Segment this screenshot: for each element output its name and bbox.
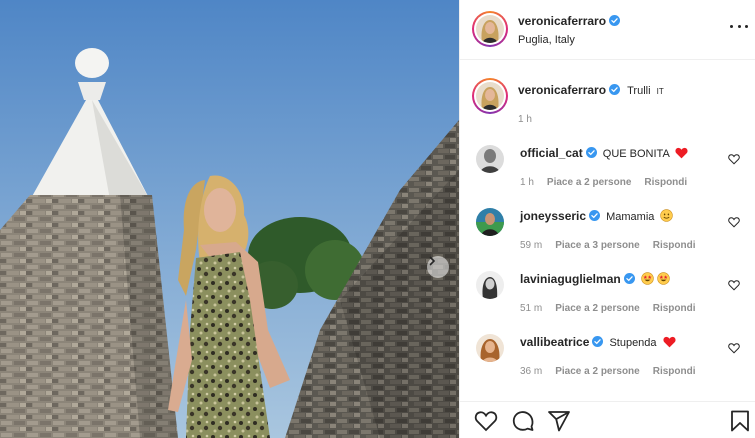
comment-icon[interactable] bbox=[511, 409, 535, 433]
heart-icon[interactable] bbox=[728, 153, 740, 165]
red-heart-icon bbox=[663, 336, 676, 348]
send-icon[interactable] bbox=[547, 409, 571, 433]
next-image-button[interactable] bbox=[427, 256, 449, 278]
verified-badge-icon bbox=[623, 273, 635, 284]
red-heart-icon bbox=[675, 147, 688, 159]
comment-text: QUE BONITA bbox=[602, 148, 670, 160]
heart-icon[interactable] bbox=[728, 279, 740, 291]
heart-icon[interactable] bbox=[728, 216, 740, 228]
comment-username[interactable]: laviniaguglielman bbox=[520, 272, 621, 286]
verified-badge-icon bbox=[609, 84, 621, 95]
author-username[interactable]: veronicaferraro bbox=[518, 14, 606, 28]
verified-badge-icon bbox=[609, 15, 621, 26]
avatar-image bbox=[476, 334, 504, 362]
avatar-image bbox=[476, 271, 504, 299]
comment-avatar[interactable] bbox=[476, 334, 504, 362]
comment-likes-link[interactable]: Piace a 2 persone bbox=[555, 364, 640, 379]
comment-text: Mamamia bbox=[606, 211, 655, 223]
italy-flag-icon: IT bbox=[656, 87, 664, 96]
comment-avatar[interactable] bbox=[476, 208, 504, 236]
comment-reply-button[interactable]: Rispondi bbox=[653, 301, 696, 316]
smiling-face-icon bbox=[660, 209, 674, 222]
chevron-right-icon bbox=[429, 256, 436, 266]
star-struck-icon bbox=[641, 272, 654, 285]
comment-reply-button[interactable]: Rispondi bbox=[653, 364, 696, 379]
more-options-button[interactable] bbox=[730, 20, 748, 32]
comment-time[interactable]: 36 m bbox=[520, 364, 542, 379]
author-avatar[interactable] bbox=[472, 11, 508, 47]
comment-time[interactable]: 59 m bbox=[520, 238, 542, 253]
comment-likes-link[interactable]: Piace a 2 persone bbox=[547, 175, 632, 190]
comment-username[interactable]: official_cat bbox=[520, 146, 583, 160]
avatar-image bbox=[476, 145, 504, 173]
star-struck-icon bbox=[657, 272, 670, 285]
heart-icon[interactable] bbox=[474, 409, 498, 433]
heart-icon[interactable] bbox=[728, 342, 740, 354]
comments-list: veronicaferraro Trulli IT 1 h official_c… bbox=[460, 61, 755, 401]
bookmark-icon[interactable] bbox=[728, 409, 752, 433]
verified-badge-icon bbox=[585, 147, 597, 158]
avatar-image bbox=[476, 15, 504, 43]
comment-reply-button[interactable]: Rispondi bbox=[653, 238, 696, 253]
verified-badge-icon bbox=[592, 336, 604, 347]
verified-badge-icon bbox=[589, 210, 601, 221]
post-image[interactable] bbox=[0, 0, 459, 438]
avatar-image bbox=[476, 82, 504, 110]
comment-time[interactable]: 1 h bbox=[520, 175, 534, 190]
comment-reply-button[interactable]: Rispondi bbox=[644, 175, 687, 190]
comment-time[interactable]: 51 m bbox=[520, 301, 542, 316]
comment-username[interactable]: joneysseric bbox=[520, 209, 586, 223]
caption-time[interactable]: 1 h bbox=[518, 112, 532, 127]
comment-likes-link[interactable]: Piace a 2 persone bbox=[555, 301, 640, 316]
more-horizontal-icon bbox=[730, 24, 748, 28]
comment-likes-link[interactable]: Piace a 3 persone bbox=[555, 238, 640, 253]
comment-avatar[interactable] bbox=[476, 271, 504, 299]
post-photo bbox=[0, 0, 459, 438]
post-sidebar: veronicaferraro Puglia, Italy veronicafe… bbox=[459, 0, 755, 438]
comment-avatar[interactable] bbox=[476, 145, 504, 173]
post-location[interactable]: Puglia, Italy bbox=[518, 34, 620, 46]
caption-text: Trulli bbox=[627, 85, 651, 97]
caption-username[interactable]: veronicaferraro bbox=[518, 83, 606, 97]
post-actions-bar bbox=[460, 401, 755, 438]
post-header: veronicaferraro Puglia, Italy bbox=[460, 0, 755, 60]
avatar-image bbox=[476, 208, 504, 236]
comment-username[interactable]: vallibeatrice bbox=[520, 335, 589, 349]
comment-text: Stupenda bbox=[609, 337, 657, 349]
caption-avatar[interactable] bbox=[472, 78, 508, 114]
